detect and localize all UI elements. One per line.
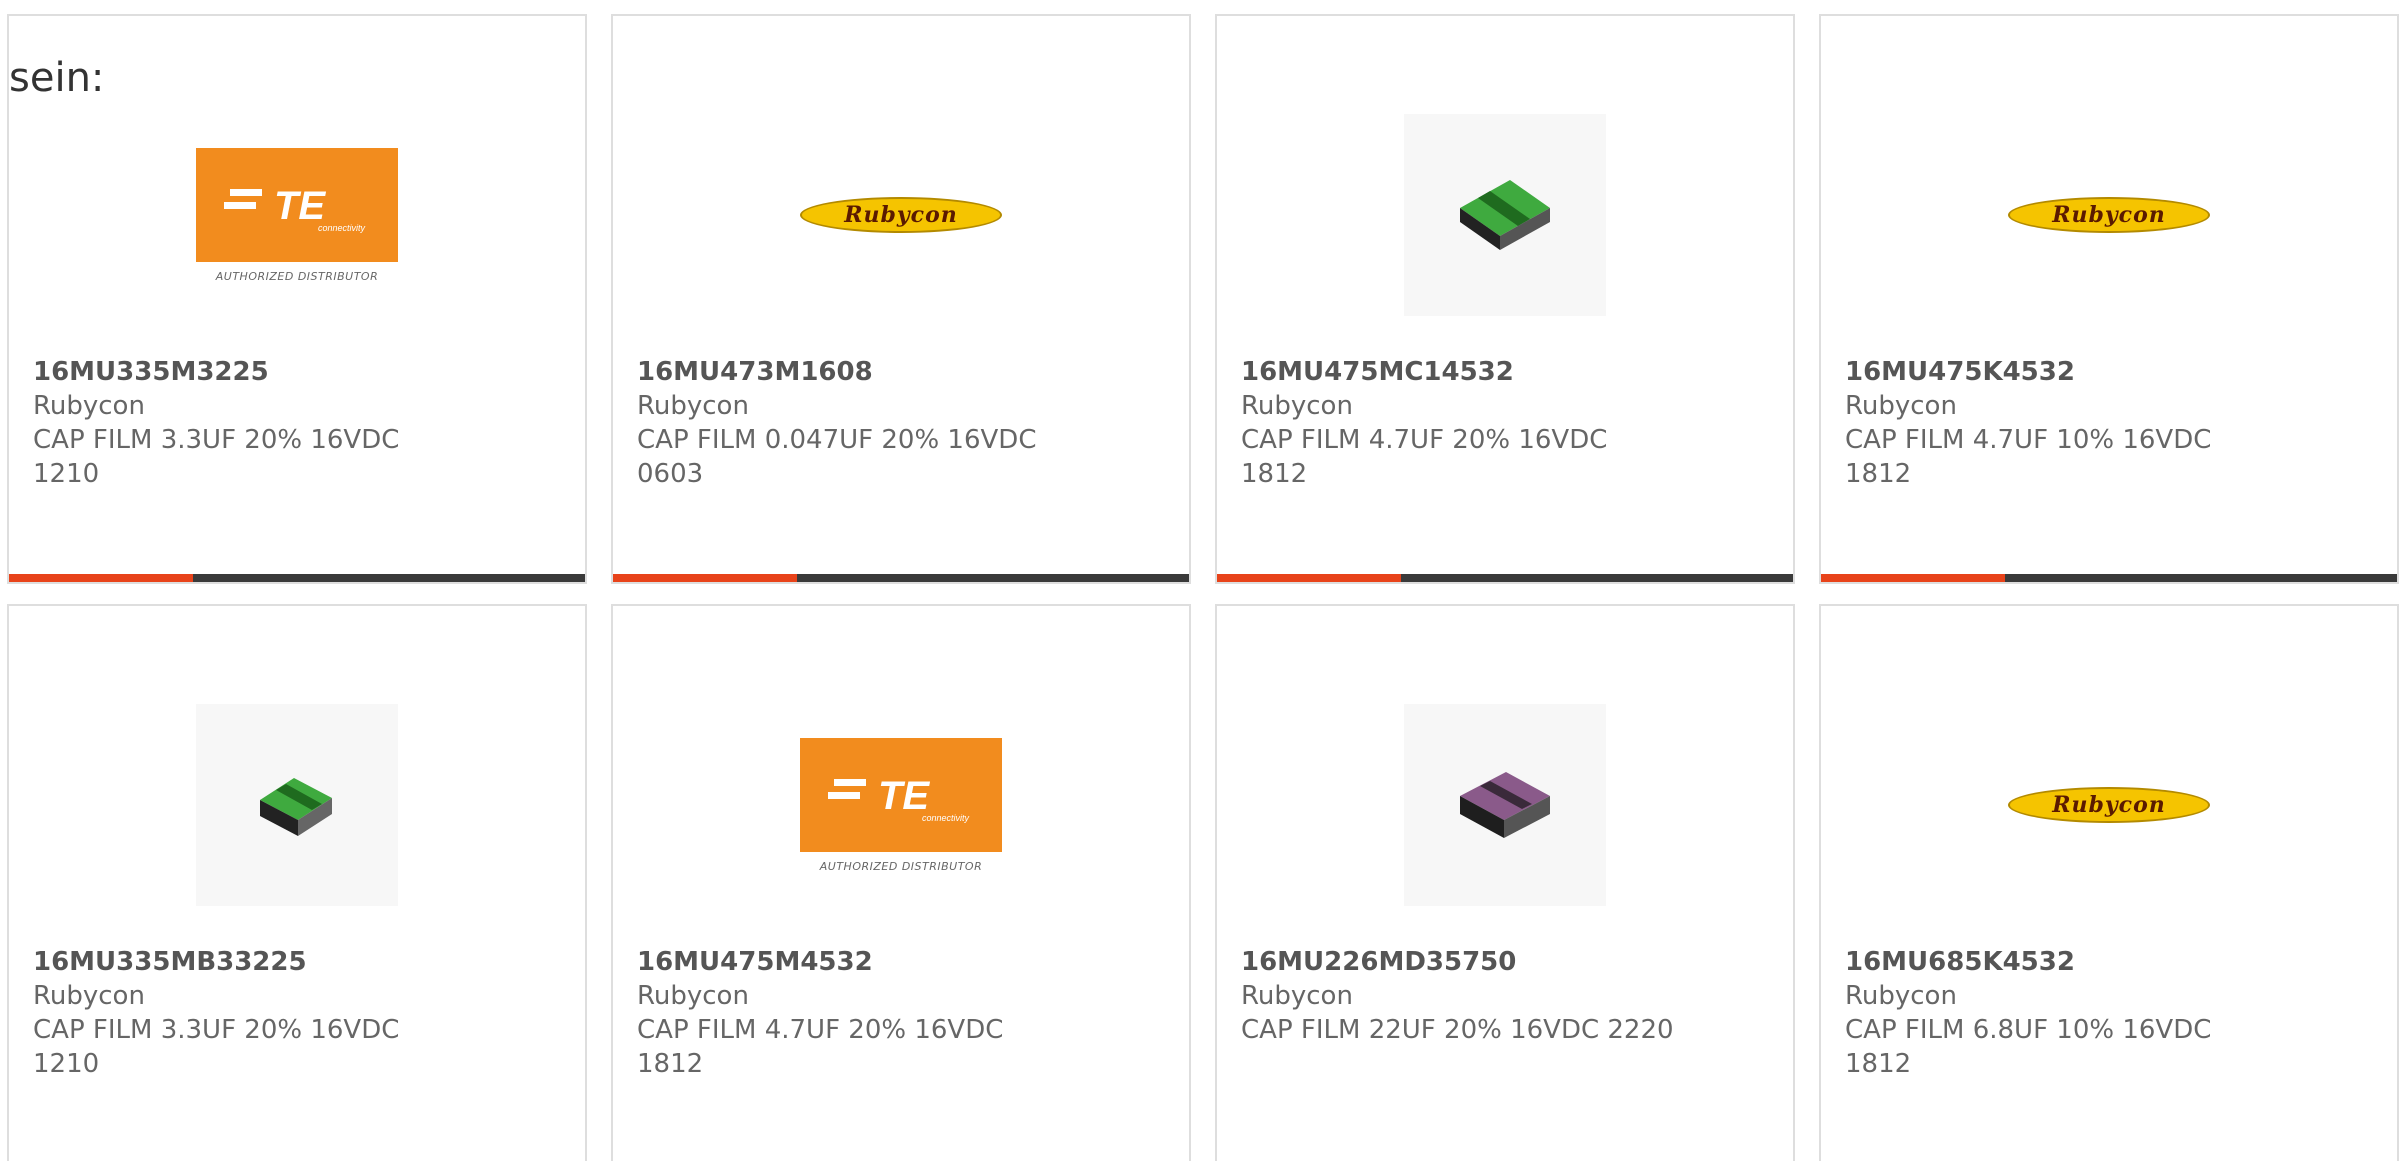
product-card[interactable]: 16MU475MC14532 Rubycon CAP FILM 4.7UF 20… (1215, 14, 1795, 584)
description: CAP FILM 4.7UF 20% 16VDC 1812 (637, 1015, 1004, 1079)
part-number[interactable]: 16MU685K4532 (1845, 945, 2377, 979)
product-card[interactable]: sein: TE connectivity AUTHORIZED DISTRIB… (7, 14, 587, 584)
product-image[interactable] (1404, 114, 1606, 316)
card-accent-bar (1217, 574, 1793, 582)
part-number[interactable]: 16MU475K4532 (1845, 355, 2377, 389)
part-number[interactable]: 16MU473M1608 (637, 355, 1169, 389)
green-chip-image (196, 704, 398, 906)
rubycon-logo: Rubycon (800, 197, 1002, 233)
product-card[interactable]: 16MU335MB33225 Rubycon CAP FILM 3.3UF 20… (7, 604, 587, 1161)
manufacturer: Rubycon (637, 981, 749, 1011)
svg-text:connectivity: connectivity (922, 813, 970, 823)
purple-chip-image (1404, 704, 1606, 906)
description: CAP FILM 6.8UF 10% 16VDC 1812 (1845, 1015, 2212, 1079)
manufacturer: Rubycon (637, 391, 749, 421)
description: CAP FILM 22UF 20% 16VDC 2220 (1241, 1015, 1674, 1045)
part-number[interactable]: 16MU475MC14532 (1241, 355, 1773, 389)
description: CAP FILM 3.3UF 20% 16VDC 1210 (33, 425, 400, 489)
description: CAP FILM 0.047UF 20% 16VDC 0603 (637, 425, 1037, 489)
part-number[interactable]: 16MU335M3225 (33, 355, 565, 389)
svg-text:connectivity: connectivity (318, 223, 366, 233)
intro-text: sein: (9, 55, 105, 101)
rubycon-logo: Rubycon (2008, 787, 2210, 823)
product-card[interactable]: Rubycon 16MU473M1608 Rubycon CAP FILM 0.… (611, 14, 1191, 584)
product-image[interactable] (196, 704, 398, 906)
manufacturer: Rubycon (1845, 391, 1957, 421)
green-chip-image (1404, 114, 1606, 316)
part-number[interactable]: 16MU335MB33225 (33, 945, 565, 979)
te-connectivity-logo: TE connectivity AUTHORIZED DISTRIBUTOR (800, 737, 1002, 873)
product-image[interactable]: TE connectivity AUTHORIZED DISTRIBUTOR (800, 704, 1002, 906)
manufacturer: Rubycon (1845, 981, 1957, 1011)
part-number[interactable]: 16MU226MD35750 (1241, 945, 1773, 979)
description: CAP FILM 3.3UF 20% 16VDC 1210 (33, 1015, 400, 1079)
product-card[interactable]: Rubycon 16MU685K4532 Rubycon CAP FILM 6.… (1819, 604, 2399, 1161)
product-grid-page: sein: TE connectivity AUTHORIZED DISTRIB… (0, 0, 2400, 1161)
svg-text:TE: TE (274, 184, 326, 228)
product-card[interactable]: Rubycon 16MU475K4532 Rubycon CAP FILM 4.… (1819, 14, 2399, 584)
product-image[interactable] (1404, 704, 1606, 906)
product-image[interactable]: Rubycon (2008, 114, 2210, 316)
manufacturer: Rubycon (1241, 981, 1353, 1011)
manufacturer: Rubycon (33, 981, 145, 1011)
description: CAP FILM 4.7UF 10% 16VDC 1812 (1845, 425, 2212, 489)
product-card[interactable]: TE connectivity AUTHORIZED DISTRIBUTOR 1… (611, 604, 1191, 1161)
card-accent-bar (613, 574, 1189, 582)
rubycon-logo: Rubycon (2008, 197, 2210, 233)
product-image[interactable]: Rubycon (2008, 704, 2210, 906)
product-card[interactable]: 16MU226MD35750 Rubycon CAP FILM 22UF 20%… (1215, 604, 1795, 1161)
card-accent-bar (9, 574, 585, 582)
part-number[interactable]: 16MU475M4532 (637, 945, 1169, 979)
card-accent-bar (1821, 574, 2397, 582)
svg-text:TE: TE (878, 774, 930, 818)
te-connectivity-logo: TE connectivity AUTHORIZED DISTRIBUTOR (196, 147, 398, 283)
manufacturer: Rubycon (1241, 391, 1353, 421)
product-image[interactable]: TE connectivity AUTHORIZED DISTRIBUTOR (196, 114, 398, 316)
manufacturer: Rubycon (33, 391, 145, 421)
product-image[interactable]: Rubycon (800, 114, 1002, 316)
description: CAP FILM 4.7UF 20% 16VDC 1812 (1241, 425, 1608, 489)
